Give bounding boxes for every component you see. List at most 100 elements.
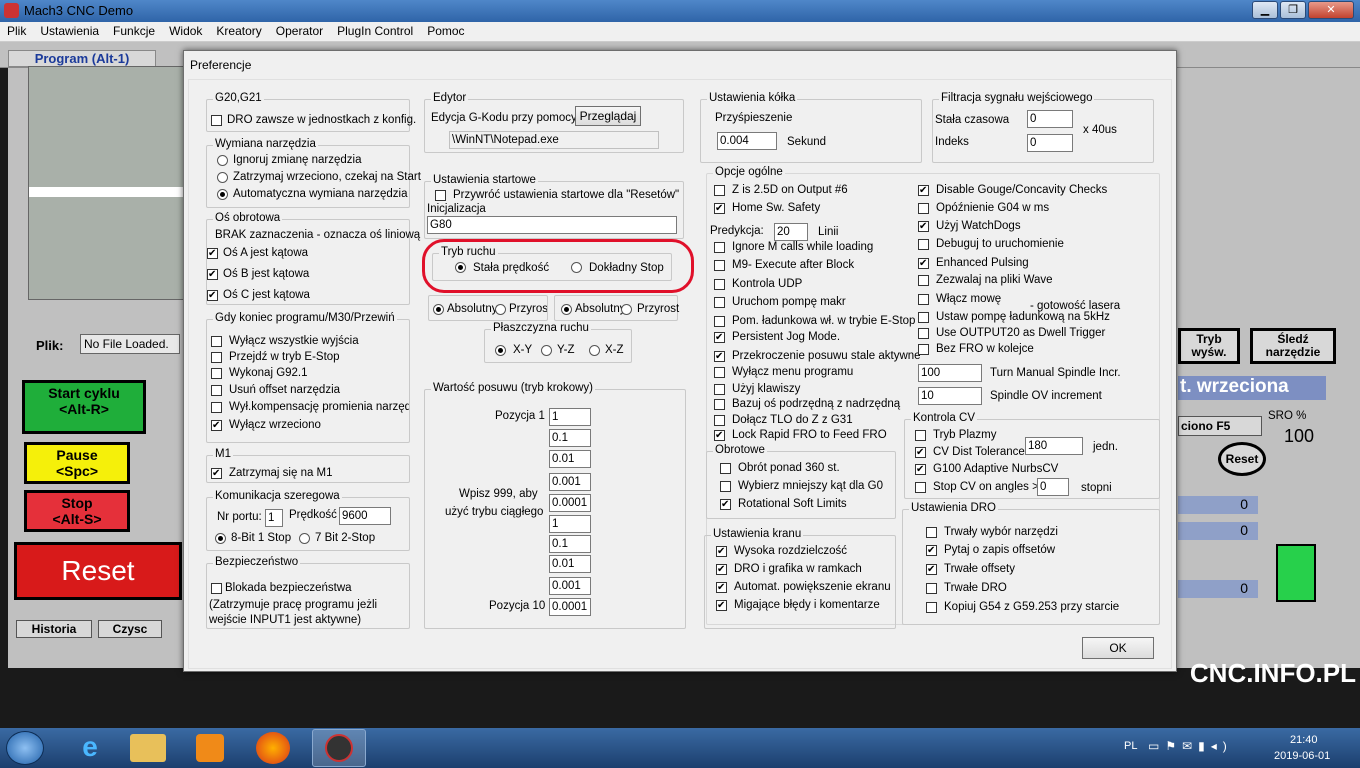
general-left-checkbox-14[interactable] <box>714 430 725 441</box>
jog-step-9[interactable]: 0.001 <box>549 577 591 595</box>
speed-input[interactable]: 9600 <box>339 507 391 525</box>
wheel-accel-input[interactable]: 0.004 <box>717 132 777 150</box>
menu-plugin[interactable]: PlugIn Control <box>330 22 420 38</box>
turn-spindle-input[interactable]: 100 <box>918 364 982 382</box>
cv-tol-checkbox[interactable] <box>915 447 926 458</box>
port-input[interactable]: 1 <box>265 509 283 527</box>
g100-checkbox[interactable] <box>915 464 926 475</box>
stop-button[interactable]: Stop <Alt-S> <box>24 490 130 532</box>
menu-plik[interactable]: Plik <box>0 22 33 38</box>
minimize-button[interactable]: ▁ <box>1252 1 1278 19</box>
ij-abs-radio[interactable] <box>561 304 572 315</box>
dro-checkbox-2[interactable] <box>926 545 937 556</box>
general-left-checkbox-5[interactable] <box>714 279 725 290</box>
spindle-reset-button[interactable]: Reset <box>1218 442 1266 476</box>
dist-abs-radio[interactable] <box>433 304 444 315</box>
general-right-checkbox-9[interactable] <box>918 328 929 339</box>
tab-program[interactable]: Program (Alt-1) <box>8 50 156 67</box>
filter-index-input[interactable]: 0 <box>1027 134 1073 152</box>
rotational-checkbox-3[interactable] <box>720 499 731 510</box>
jog-step-7[interactable]: 0.1 <box>549 535 591 553</box>
spindle-ov-input[interactable]: 10 <box>918 387 982 405</box>
axis-c-checkbox[interactable] <box>207 290 218 301</box>
tool-auto-radio[interactable] <box>217 189 228 200</box>
general-right-checkbox-8[interactable] <box>918 312 929 323</box>
general-right-checkbox-5[interactable] <box>918 258 929 269</box>
axis-a-checkbox[interactable] <box>207 248 218 259</box>
jog-step-4[interactable]: 0.001 <box>549 473 591 491</box>
menu-widok[interactable]: Widok <box>162 22 209 38</box>
general-left-checkbox-13[interactable] <box>714 415 725 426</box>
ij-inc-radio[interactable] <box>621 304 632 315</box>
general-left-checkbox-11[interactable] <box>714 384 725 395</box>
bit8-radio[interactable] <box>215 533 226 544</box>
mach3-task-button[interactable] <box>312 729 366 767</box>
bit7-radio[interactable] <box>299 533 310 544</box>
general-right-checkbox-7[interactable] <box>918 294 929 305</box>
general-right-checkbox-4[interactable] <box>918 239 929 250</box>
screen-checkbox-2[interactable] <box>716 564 727 575</box>
exact-stop-radio[interactable] <box>571 262 582 273</box>
m1-stop-checkbox[interactable] <box>211 468 222 479</box>
end-spindle-checkbox[interactable] <box>211 420 222 431</box>
jog-step-2[interactable]: 0.1 <box>549 429 591 447</box>
pause-button[interactable]: Pause <Spc> <box>24 442 130 484</box>
end-estop-checkbox[interactable] <box>211 352 222 363</box>
cv-angles-input[interactable]: 0 <box>1037 478 1069 496</box>
plane-xy-radio[interactable] <box>495 345 506 356</box>
jog-step-5[interactable]: 0.0001 <box>549 494 591 512</box>
general-right-checkbox-6[interactable] <box>918 275 929 286</box>
start-orb-icon[interactable] <box>6 731 44 765</box>
general-left-checkbox-1[interactable] <box>714 185 725 196</box>
menu-pomoc[interactable]: Pomoc <box>420 22 471 38</box>
close-button[interactable]: ✕ <box>1308 1 1354 19</box>
restore-startup-checkbox[interactable] <box>435 190 446 201</box>
filter-const-input[interactable]: 0 <box>1027 110 1073 128</box>
end-tool-offset-checkbox[interactable] <box>211 385 222 396</box>
display-mode-button[interactable]: Tryb wyśw. <box>1178 328 1240 364</box>
general-left-checkbox-12[interactable] <box>714 399 725 410</box>
jog-step-3[interactable]: 0.01 <box>549 450 591 468</box>
cv-angles-checkbox[interactable] <box>915 482 926 493</box>
media-icon[interactable] <box>196 734 224 762</box>
rotational-checkbox-1[interactable] <box>720 463 731 474</box>
screen-checkbox-3[interactable] <box>716 582 727 593</box>
dro-checkbox-5[interactable] <box>926 602 937 613</box>
menu-operator[interactable]: Operator <box>269 22 330 38</box>
menu-funkcje[interactable]: Funkcje <box>106 22 162 38</box>
safety-lock-checkbox[interactable] <box>211 583 222 594</box>
general-right-checkbox-1[interactable] <box>918 185 929 196</box>
plasma-checkbox[interactable] <box>915 430 926 441</box>
follow-tool-button[interactable]: Śledź narzędzie <box>1250 328 1336 364</box>
predict-input[interactable]: 20 <box>774 223 808 241</box>
jog-step-6[interactable]: 1 <box>549 515 591 533</box>
rotational-checkbox-2[interactable] <box>720 481 731 492</box>
ok-button[interactable]: OK <box>1082 637 1154 659</box>
general-left-checkbox-2[interactable] <box>714 203 725 214</box>
general-right-checkbox-10[interactable] <box>918 344 929 355</box>
tool-ignore-radio[interactable] <box>217 155 228 166</box>
dist-inc-radio[interactable] <box>495 304 506 315</box>
jog-step-1[interactable]: 1 <box>549 408 591 426</box>
clear-button[interactable]: Czysc <box>98 620 162 638</box>
general-left-checkbox-9[interactable] <box>714 351 725 362</box>
spindle-f5-button[interactable]: ciono F5 <box>1178 416 1262 436</box>
end-outputs-checkbox[interactable] <box>211 336 222 347</box>
dro-checkbox-3[interactable] <box>926 564 937 575</box>
general-left-checkbox-4[interactable] <box>714 260 725 271</box>
general-right-checkbox-3[interactable] <box>918 221 929 232</box>
history-button[interactable]: Historia <box>16 620 92 638</box>
constant-velocity-radio[interactable] <box>455 262 466 273</box>
general-left-checkbox-10[interactable] <box>714 367 725 378</box>
end-radius-comp-checkbox[interactable] <box>211 402 222 413</box>
screen-checkbox-4[interactable] <box>716 600 727 611</box>
reset-button[interactable]: Reset <box>14 542 182 600</box>
ie-icon[interactable]: e <box>68 731 112 765</box>
browse-button[interactable]: Przeglądaj <box>575 106 641 126</box>
plane-xz-radio[interactable] <box>589 345 600 356</box>
maximize-button[interactable]: ❐ <box>1280 1 1306 19</box>
menu-ustawienia[interactable]: Ustawienia <box>33 22 106 38</box>
init-input[interactable]: G80 <box>427 216 677 234</box>
cv-tol-input[interactable]: 180 <box>1025 437 1083 455</box>
jog-step-8[interactable]: 0.01 <box>549 555 591 573</box>
